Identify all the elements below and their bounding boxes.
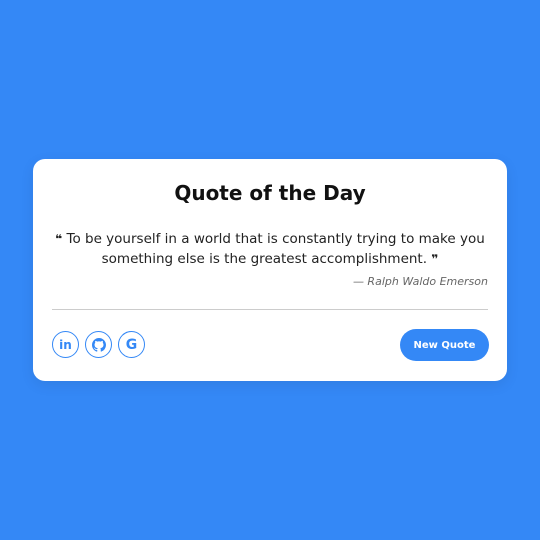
github-button[interactable] [85,331,112,358]
github-icon [91,337,106,352]
linkedin-icon: in [59,337,72,352]
linkedin-button[interactable]: in [52,331,79,358]
card-title: Quote of the Day [174,181,366,205]
google-icon: G [125,336,138,353]
quote-text: To be yourself in a world that is consta… [62,231,485,267]
quote-card: Quote of the Day ❝ To be yourself in a w… [33,159,507,381]
google-button[interactable]: G [118,331,145,358]
quote-author: — Ralph Waldo Emerson [352,275,488,288]
divider [52,309,488,310]
close-quote-icon: ❞ [431,252,439,266]
social-links: in G [52,331,145,358]
quote-text-block: ❝ To be yourself in a world that is cons… [55,229,485,269]
new-quote-button[interactable]: New Quote [400,329,489,361]
